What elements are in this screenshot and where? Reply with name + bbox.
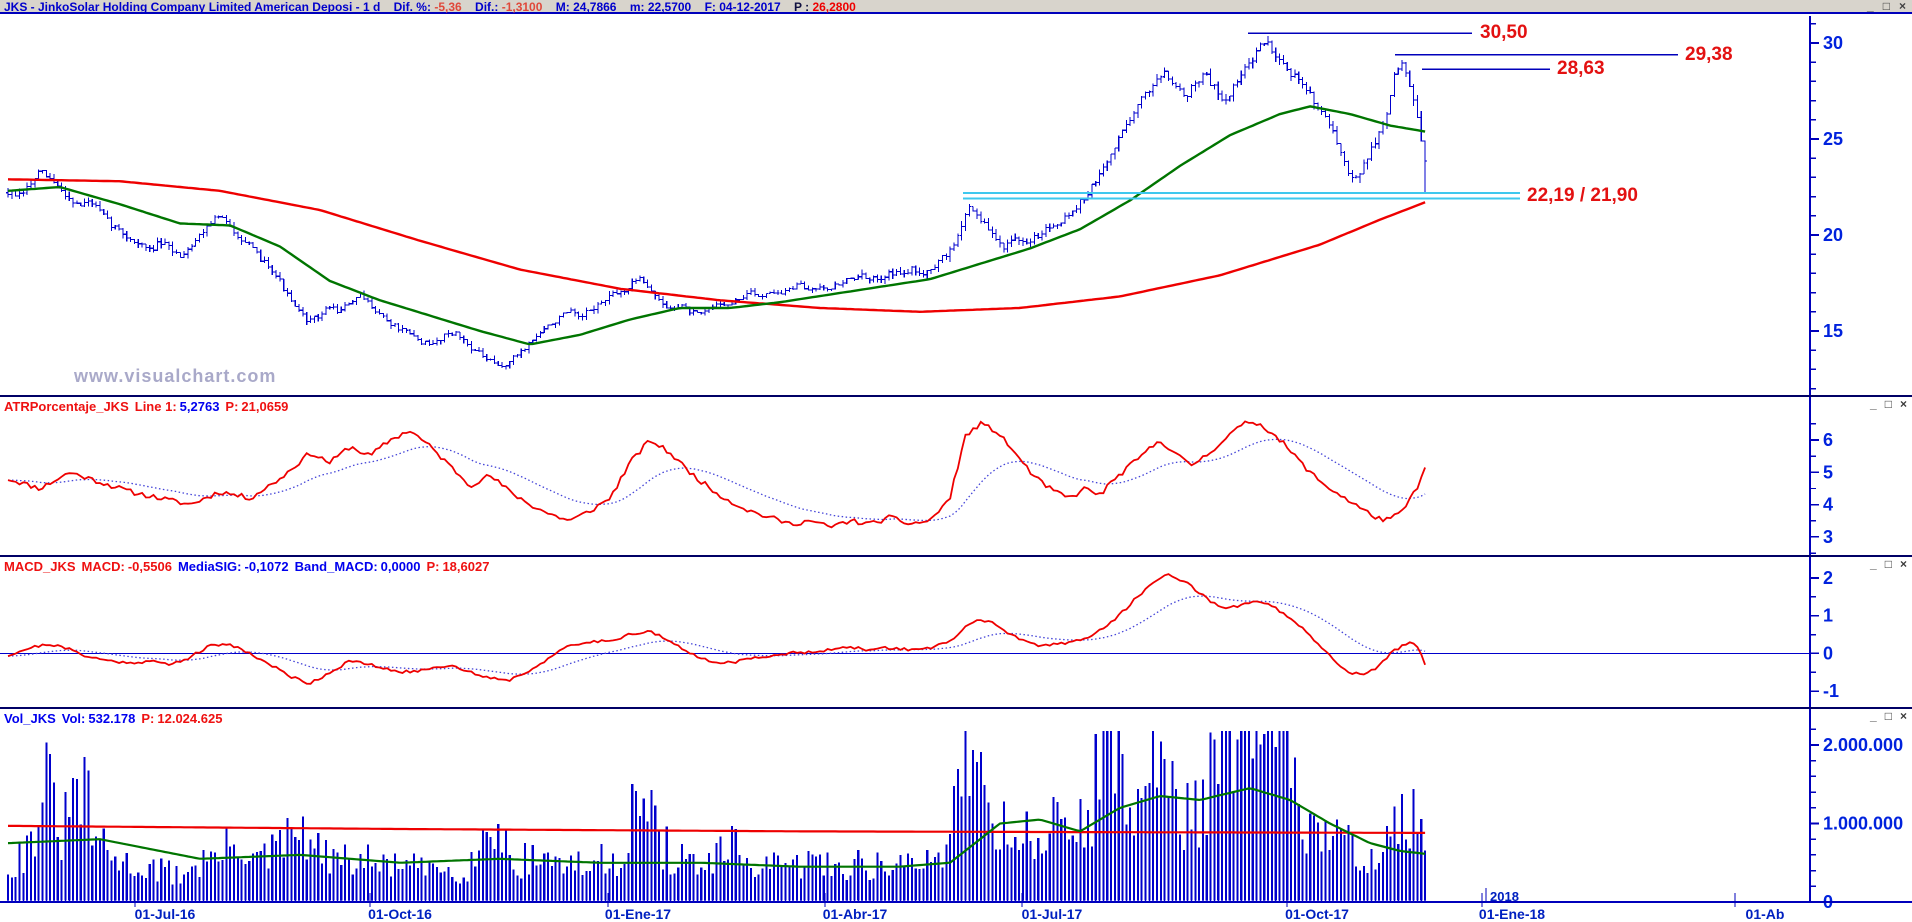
- dif-pct-label: Dif. %:: [393, 0, 431, 14]
- x-axis-date-label: 01-Ene-18: [1478, 906, 1546, 922]
- price-panel: 30 25 20 15 www.visualchart.com 30,50 29,38…: [0, 16, 1912, 395]
- min-value: 22,5700: [647, 0, 692, 14]
- vol-value: 532.178: [88, 711, 136, 726]
- y-axis-label: 20: [1823, 225, 1843, 245]
- y-axis-label: 2: [1823, 568, 1833, 588]
- symbol-title: JKS - JinkoSolar Holding Company Limited…: [4, 0, 381, 14]
- atr-chart[interactable]: 6 5 4 3: [0, 395, 1912, 555]
- price-level-label-2863: 28,63: [1557, 58, 1605, 80]
- macd-chart[interactable]: 2 1 0 -1: [0, 555, 1912, 707]
- x-axis-date-label: 01-Jul-17: [1021, 906, 1083, 922]
- y-axis-label: 0: [1823, 643, 1833, 663]
- price-level-label-3050: 30,50: [1480, 22, 1528, 44]
- minimize-icon[interactable]: _: [1870, 558, 1877, 570]
- macd-header: MACD_JKS MACD: -0,5506 MediaSIG: -0,1072 Band…: [4, 559, 495, 574]
- atr-p-value: 21,0659: [241, 399, 289, 414]
- dif-pct-value: -5,36: [434, 0, 462, 14]
- volume-header: Vol_JKS Vol: 532.178 P: 12.024.625: [4, 711, 228, 726]
- dif-value: -1,3100: [501, 0, 543, 14]
- dif-label: Dif.:: [475, 0, 499, 14]
- macd-indicator-name: MACD_JKS: [4, 559, 76, 574]
- vol-indicator-name: Vol_JKS: [4, 711, 56, 726]
- macd-panel: 2 1 0 -1 MACD_JKS MACD: -0,5506 MediaSIG: -0,10…: [0, 555, 1912, 707]
- date-label: F:: [704, 0, 716, 14]
- close-icon[interactable]: ×: [1900, 398, 1907, 410]
- minimize-icon[interactable]: _: [1870, 710, 1877, 722]
- y-axis-label: -1: [1823, 681, 1839, 701]
- time-axis: 2018 01-Jul-16 01-Oct-16 01-Ene-17 01-Abr-1…: [0, 888, 1912, 922]
- minimize-icon[interactable]: _: [1870, 398, 1877, 410]
- price-level-label-2938: 29,38: [1685, 43, 1733, 65]
- max-label: M:: [555, 0, 570, 14]
- band-macd-label: Band_MACD:: [294, 559, 378, 574]
- x-axis-date-label: 01-Ene-17: [604, 906, 672, 922]
- x-axis-date-label: 01-Jul-16: [134, 906, 196, 922]
- maximize-icon[interactable]: □: [1885, 710, 1892, 722]
- visual-chart-window: { "title_bar": { "symbol_title": "JKS - …: [0, 0, 1912, 922]
- macd-panel-controls: _ □ ×: [1870, 558, 1907, 570]
- min-label: m:: [629, 0, 645, 14]
- support-zone-label: 22,19 / 21,90: [1527, 184, 1638, 206]
- y-axis-label: 2.000.000: [1823, 735, 1903, 755]
- x-axis-date-label: 01-Oct-17: [1285, 906, 1349, 922]
- y-axis-label: 1: [1823, 606, 1833, 626]
- y-axis-label: 5: [1823, 462, 1833, 482]
- atr-p-label: P:: [225, 399, 239, 414]
- volume-panel: 2.000.000 1.000.000 0 Vol_JKS Vol: 532.178 P:…: [0, 707, 1912, 912]
- x-axis-date-label: 01-Abr-17: [822, 906, 888, 922]
- macd-p-label: P:: [426, 559, 440, 574]
- date-value: 04-12-2017: [719, 0, 781, 14]
- band-macd-value: 0,0000: [380, 559, 421, 574]
- mediasig-value: -0,1072: [244, 559, 289, 574]
- year-label: 2018: [1490, 889, 1519, 904]
- p-label: P :: [793, 0, 810, 14]
- maximize-icon[interactable]: □: [1883, 0, 1890, 13]
- y-axis-label: 30: [1823, 33, 1843, 53]
- volume-chart[interactable]: 2.000.0001.000.0000: [0, 707, 1912, 912]
- p-value: 26,2800: [812, 0, 856, 14]
- maximize-icon[interactable]: □: [1885, 398, 1892, 410]
- minimize-icon[interactable]: _: [1867, 0, 1874, 13]
- atr-line1-value: 5,2763: [179, 399, 220, 414]
- watermark: www.visualchart.com: [74, 366, 277, 386]
- close-icon[interactable]: ×: [1899, 0, 1906, 13]
- vol-p-value: 12.024.625: [157, 711, 223, 726]
- maximize-icon[interactable]: □: [1885, 558, 1892, 570]
- y-axis-label: 4: [1823, 495, 1833, 515]
- vol-p-label: P:: [141, 711, 155, 726]
- macd-label: MACD:: [81, 559, 125, 574]
- window-controls: _ □ ×: [1867, 0, 1906, 13]
- atr-line1-label: Line 1:: [134, 399, 177, 414]
- max-value: 24,7866: [573, 0, 617, 14]
- x-axis-date-label: 01-Ab: [1745, 906, 1785, 922]
- volume-panel-controls: _ □ ×: [1870, 710, 1907, 722]
- close-icon[interactable]: ×: [1900, 558, 1907, 570]
- close-icon[interactable]: ×: [1900, 710, 1907, 722]
- atr-header: ATRPorcentaje_JKS Line 1: 5,2763 P: 21,0659: [4, 399, 294, 414]
- y-axis-label: 6: [1823, 430, 1833, 450]
- mediasig-label: MediaSIG:: [177, 559, 242, 574]
- atr-panel: 6 5 4 3 ATRPorcentaje_JKS Line 1: 5,2763 P: 21,…: [0, 395, 1912, 555]
- atr-indicator-name: ATRPorcentaje_JKS: [4, 399, 129, 414]
- atr-panel-controls: _ □ ×: [1870, 398, 1907, 410]
- y-axis-label: 3: [1823, 527, 1833, 547]
- macd-p-value: 18,6027: [442, 559, 490, 574]
- time-axis-ticks: [0, 888, 1912, 907]
- title-bar: JKS - JinkoSolar Holding Company Limited…: [0, 0, 1912, 14]
- x-axis-date-label: 01-Oct-16: [368, 906, 432, 922]
- y-axis-label: 15: [1823, 321, 1843, 341]
- y-axis-label: 25: [1823, 129, 1843, 149]
- y-axis-label: 1.000.000: [1823, 814, 1903, 834]
- macd-value: -0,5506: [127, 559, 172, 574]
- vol-label: Vol:: [61, 711, 86, 726]
